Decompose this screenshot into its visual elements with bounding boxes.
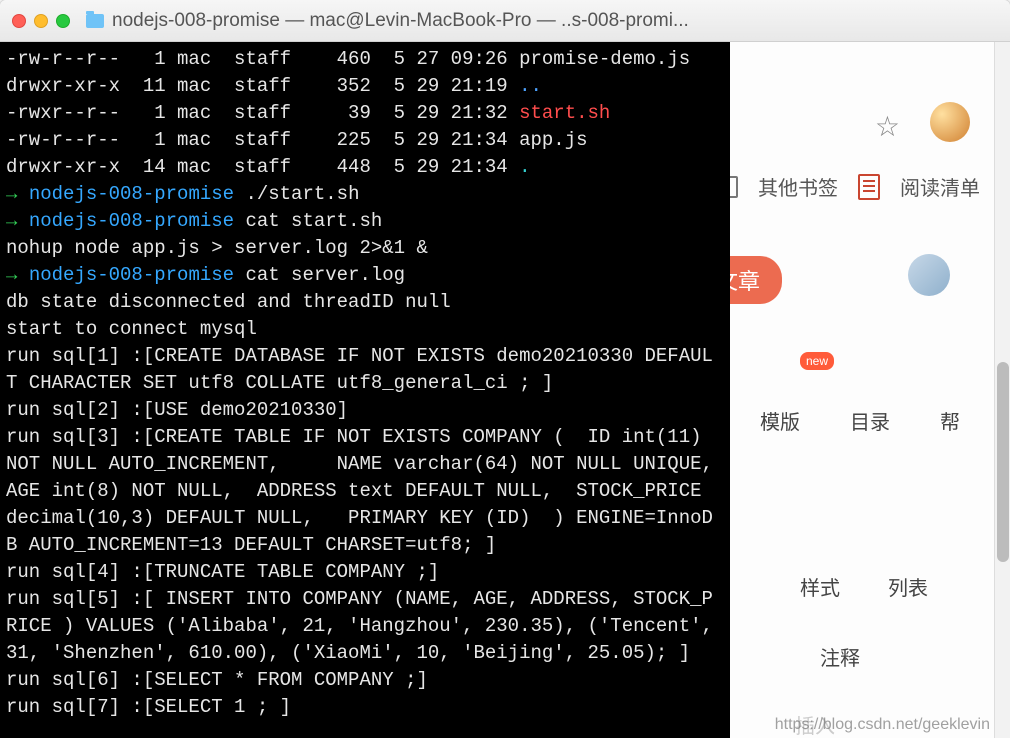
menu-template[interactable]: 模版 [760,406,800,435]
new-badge: new [800,352,834,370]
menu-note[interactable]: 注释 [820,642,860,671]
bookmark-folder-label[interactable]: 其他书签 [758,172,838,201]
terminal-output[interactable]: -rw-r--r-- 1 mac staff 460 5 27 09:26 pr… [0,42,730,738]
scroll-thumb[interactable] [997,362,1009,562]
reading-list-label[interactable]: 阅读清单 [900,172,980,201]
profile-circle-icon[interactable] [908,254,950,296]
window-title: nodejs-008-promise — mac@Levin-MacBook-P… [112,10,998,32]
avatar[interactable] [930,102,970,142]
minimize-icon[interactable] [34,14,48,28]
zoom-icon[interactable] [56,14,70,28]
terminal-window: nodejs-008-promise — mac@Levin-MacBook-P… [0,0,1010,738]
reading-list-icon[interactable] [858,174,880,200]
star-icon[interactable]: ☆ [875,110,900,143]
traffic-lights [12,14,70,28]
folder-icon [86,14,104,28]
watermark: https://blog.csdn.net/geeklevin [775,716,990,734]
content-area: ☆ » 其他书签 阅读清单 ] ] –zsh — 8… 发布文章 new 模版 … [0,42,1010,738]
menu-toc[interactable]: 目录 [850,406,890,435]
menu-style[interactable]: 样式 [800,572,840,601]
scrollbar[interactable] [994,42,1010,738]
close-icon[interactable] [12,14,26,28]
menu-list[interactable]: 列表 [888,572,928,601]
menu-help[interactable]: 帮 [940,406,960,435]
titlebar[interactable]: nodejs-008-promise — mac@Levin-MacBook-P… [0,0,1010,42]
